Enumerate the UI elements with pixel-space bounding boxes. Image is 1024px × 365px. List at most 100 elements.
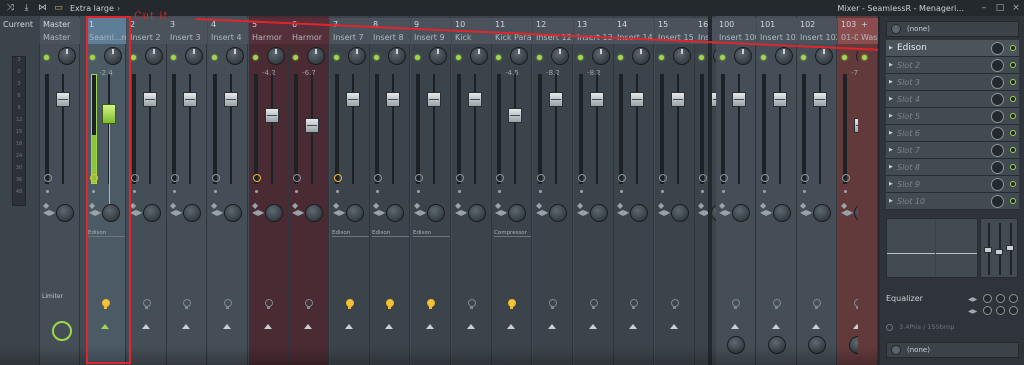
stereo-knob[interactable] bbox=[143, 204, 161, 222]
effect-slot[interactable]: ▶ Slot 2 bbox=[886, 57, 1019, 74]
mute-led[interactable] bbox=[334, 55, 339, 60]
strip-name[interactable]: Insert 14 bbox=[617, 33, 654, 42]
mute-led[interactable] bbox=[90, 55, 95, 60]
clock-icon[interactable] bbox=[842, 174, 850, 182]
mixer-strip[interactable]: 15 Insert 15 ◆ ◀▶ bbox=[655, 16, 695, 365]
arm-dot[interactable] bbox=[376, 190, 379, 193]
wave-icon[interactable]: ⋈ bbox=[37, 3, 48, 14]
eq-knob-5[interactable] bbox=[996, 306, 1005, 315]
stereo-knob[interactable] bbox=[265, 204, 283, 222]
mixer-strip[interactable]: 101 Insert 101 ◆ ◀▶ bbox=[757, 16, 797, 365]
mixer-strip[interactable]: 4 Insert 4 ◆ ◀▶ bbox=[208, 16, 248, 365]
swap-icon[interactable]: ◆ ◀▶ bbox=[719, 202, 731, 217]
stereo-knob[interactable] bbox=[183, 204, 201, 222]
mixer-strip[interactable]: 14 Insert 14 ◆ ◀▶ bbox=[614, 16, 654, 365]
slot-arrow-icon[interactable]: ▶ bbox=[889, 181, 897, 187]
clock-icon[interactable] bbox=[699, 174, 707, 182]
bulb-icon[interactable] bbox=[812, 299, 821, 309]
slot-enable-led[interactable] bbox=[1010, 130, 1016, 136]
strip-name[interactable]: Harmor bbox=[292, 33, 329, 42]
volume-fader[interactable] bbox=[773, 92, 787, 107]
clock-icon[interactable] bbox=[374, 174, 382, 182]
volume-fader[interactable] bbox=[468, 92, 482, 107]
arm-dot[interactable] bbox=[722, 190, 725, 193]
strip-name[interactable]: Insert 8 bbox=[373, 33, 410, 42]
clock-icon[interactable] bbox=[578, 174, 586, 182]
bulb-icon[interactable] bbox=[101, 299, 110, 309]
pan-knob[interactable] bbox=[429, 47, 447, 65]
strip-name[interactable]: Insert 7 bbox=[333, 33, 370, 42]
stereo-knob[interactable] bbox=[773, 204, 791, 222]
arm-dot[interactable] bbox=[295, 190, 298, 193]
effect-slot[interactable]: ▶ Slot 3 bbox=[886, 74, 1019, 91]
swap-icon[interactable]: ◆ ◀▶ bbox=[252, 202, 264, 217]
effect-slot[interactable]: ▶ Slot 9 bbox=[886, 176, 1019, 193]
slot-label[interactable]: Slot 4 bbox=[897, 95, 920, 104]
mixer-strip[interactable]: 13 Insert 13 -8.2 ◆ ◀▶ bbox=[574, 16, 614, 365]
pan-knob[interactable] bbox=[734, 47, 752, 65]
effect-slot[interactable]: ▶ Slot 6 bbox=[886, 125, 1019, 142]
slot-arrow-icon[interactable]: ▶ bbox=[889, 147, 897, 153]
mixer-strip[interactable]: 10 Kick ◆ ◀▶ bbox=[452, 16, 492, 365]
arm-dot[interactable] bbox=[701, 190, 704, 193]
arm-dot[interactable] bbox=[214, 190, 217, 193]
bulb-icon[interactable] bbox=[223, 299, 232, 309]
slot-label[interactable]: Slot 9 bbox=[897, 180, 920, 189]
slot-mix-knob[interactable] bbox=[991, 161, 1004, 174]
arm-dot[interactable] bbox=[803, 190, 806, 193]
pan-knob[interactable] bbox=[632, 47, 650, 65]
strip-name[interactable]: Seaml...mier bbox=[89, 33, 126, 42]
bulb-icon[interactable] bbox=[772, 299, 781, 309]
stereo-knob[interactable] bbox=[102, 204, 120, 222]
mixer-strip[interactable]: 100 Insert 100 ◆ ◀▶ bbox=[716, 16, 756, 365]
pan-knob[interactable] bbox=[104, 47, 122, 65]
mixer-strip[interactable]: 2 Insert 2 ◆ ◀▶ bbox=[127, 16, 167, 365]
swap-icon[interactable]: ◆ ◀▶ bbox=[760, 202, 772, 217]
clock-icon[interactable] bbox=[496, 174, 504, 182]
arm-dot[interactable] bbox=[255, 190, 258, 193]
arm-dot[interactable] bbox=[661, 190, 664, 193]
bulb-icon[interactable] bbox=[670, 299, 679, 309]
bulb-icon[interactable] bbox=[182, 299, 191, 309]
slot-enable-led[interactable] bbox=[1010, 147, 1016, 153]
strip-name[interactable]: Insert 4 bbox=[211, 33, 248, 42]
slot-arrow-icon[interactable]: ▶ bbox=[889, 79, 897, 85]
insert-slot-label[interactable]: Edison bbox=[372, 230, 409, 237]
restore-button[interactable]: □ bbox=[992, 3, 1008, 13]
slot-label[interactable]: Slot 3 bbox=[897, 78, 920, 87]
volume-fader[interactable] bbox=[630, 92, 644, 107]
route-arrow-icon[interactable] bbox=[101, 324, 109, 329]
slot-arrow-icon[interactable]: ▶ bbox=[889, 96, 897, 102]
strip-current[interactable]: Current 3 0 3 6 9 12 15 18 24 30 36 48 bbox=[0, 16, 40, 365]
route-arrow-icon[interactable] bbox=[345, 324, 353, 329]
stereo-knob[interactable] bbox=[630, 204, 648, 222]
effect-slot[interactable]: ▶ Edison bbox=[886, 40, 1019, 57]
arm-dot[interactable] bbox=[173, 190, 176, 193]
strip-name[interactable]: Insert 13 bbox=[577, 33, 614, 42]
mute-led[interactable] bbox=[659, 55, 664, 60]
route-arrow-icon[interactable] bbox=[264, 324, 272, 329]
slot-arrow-icon[interactable]: ▶ bbox=[889, 45, 897, 51]
route-arrow-icon[interactable] bbox=[507, 324, 515, 329]
strip-name[interactable]: Insert 15 bbox=[658, 33, 695, 42]
pan-knob[interactable] bbox=[775, 47, 793, 65]
clock-icon[interactable] bbox=[90, 174, 98, 182]
zoom-label[interactable]: Extra large bbox=[70, 4, 114, 13]
strip-name[interactable]: Insert 2 bbox=[130, 33, 167, 42]
volume-fader[interactable] bbox=[143, 92, 157, 107]
slot-mix-knob[interactable] bbox=[991, 110, 1004, 123]
swap-icon[interactable]: ◆ ◀▶ bbox=[211, 202, 223, 217]
slot-mix-knob[interactable] bbox=[991, 42, 1004, 55]
route-icon[interactable]: ⤨ bbox=[5, 3, 16, 14]
slot-enable-led[interactable] bbox=[1010, 96, 1016, 102]
clock-icon[interactable] bbox=[293, 174, 301, 182]
pan-knob[interactable] bbox=[551, 47, 569, 65]
route-arrow-icon[interactable] bbox=[670, 324, 678, 329]
stereo-knob[interactable] bbox=[590, 204, 608, 222]
volume-fader[interactable] bbox=[56, 92, 70, 107]
swap-icon[interactable]: ◆ ◀▶ bbox=[170, 202, 182, 217]
route-arrow-icon[interactable] bbox=[589, 324, 597, 329]
swap-icon[interactable]: ◆ ◀▶ bbox=[43, 202, 55, 217]
volume-fader[interactable] bbox=[265, 108, 279, 123]
mute-led[interactable] bbox=[374, 55, 379, 60]
